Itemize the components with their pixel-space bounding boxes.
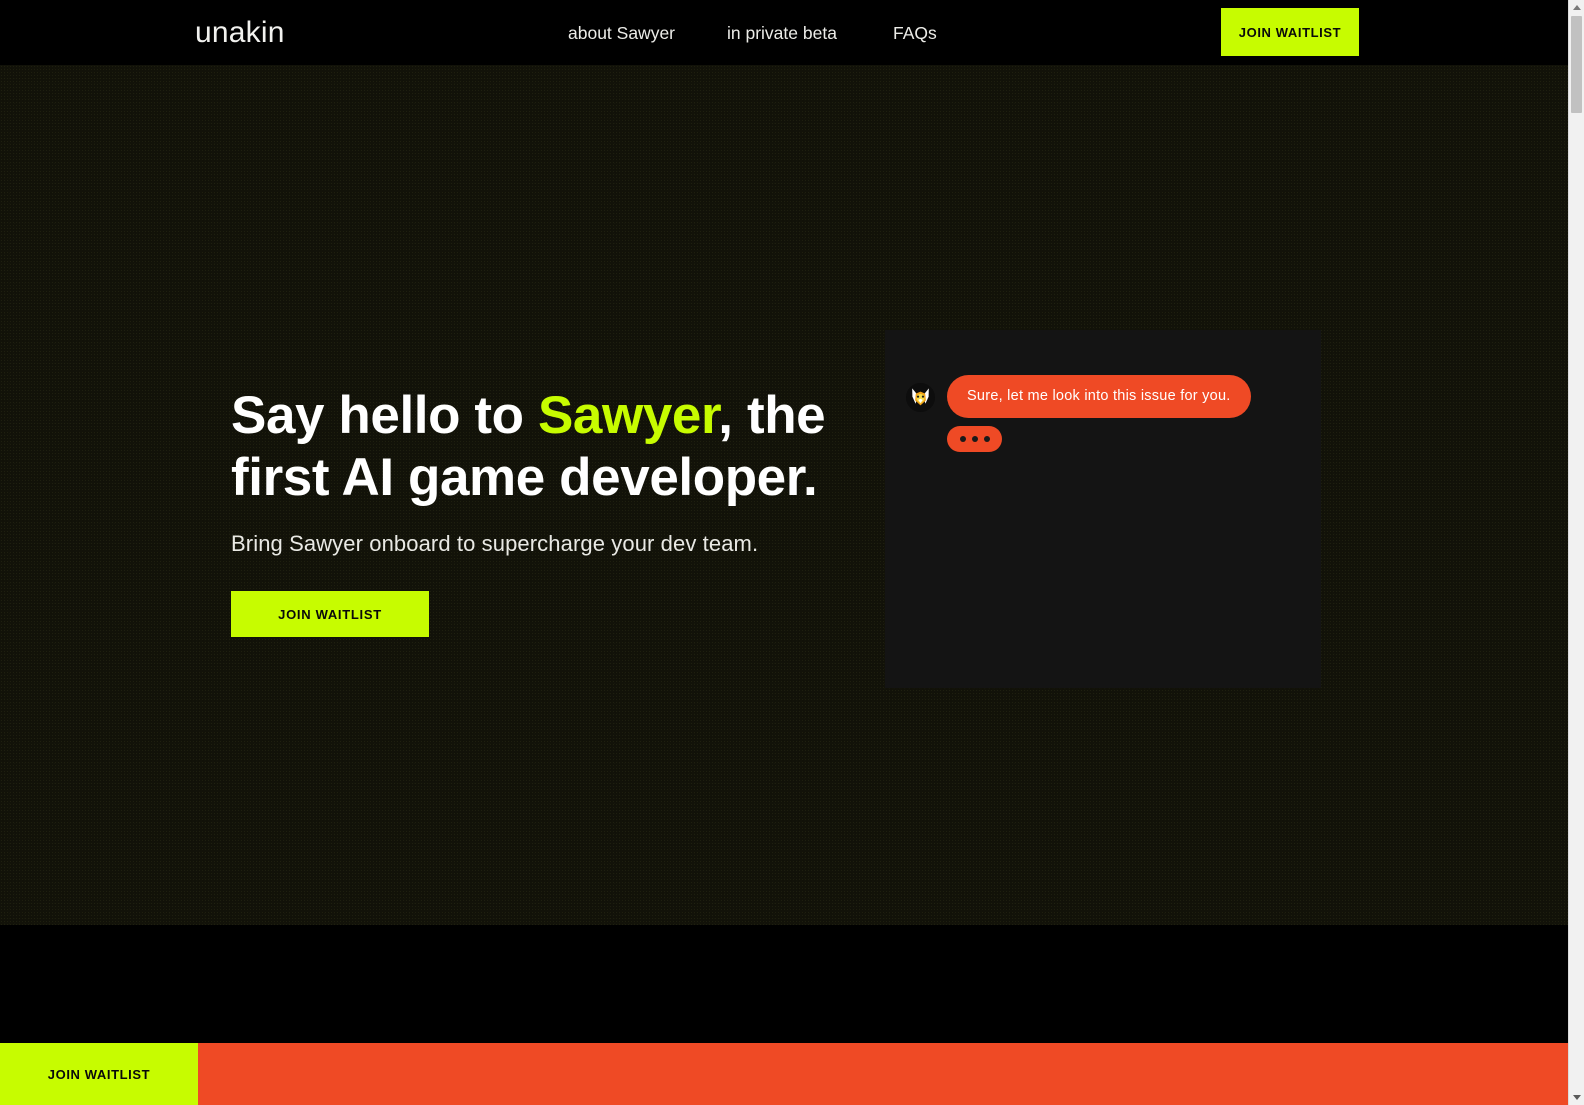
scroll-down-arrow-glyph (1572, 1095, 1581, 1100)
scroll-up-icon[interactable] (1569, 0, 1584, 15)
typing-dot (983, 436, 990, 442)
vertical-scrollbar[interactable] (1568, 0, 1584, 1105)
top-navigation-bar: unakin about Sawyer in private beta FAQs… (0, 0, 1568, 65)
scroll-down-icon[interactable] (1569, 1090, 1584, 1105)
browser-viewport: unakin about Sawyer in private beta FAQs… (0, 0, 1584, 1105)
nav-link-in-private-beta[interactable]: in private beta (727, 22, 837, 44)
page-content: unakin about Sawyer in private beta FAQs… (0, 0, 1568, 1105)
chat-message-row: Sure, let me look into this issue for yo… (906, 375, 1251, 418)
hero-inner: Say hello to Sawyer, the first AI game d… (0, 65, 1568, 925)
hero-join-waitlist-button[interactable]: JOIN WAITLIST (231, 591, 429, 637)
scrollbar-thumb[interactable] (1571, 16, 1582, 113)
nav-link-about-sawyer[interactable]: about Sawyer (568, 22, 675, 44)
brand-logo[interactable]: unakin (195, 16, 285, 50)
chat-message-bubble: Sure, let me look into this issue for yo… (947, 375, 1251, 418)
scroll-up-arrow-glyph (1572, 5, 1581, 10)
chat-typing-indicator (947, 426, 1002, 452)
nav-join-waitlist-button[interactable]: JOIN WAITLIST (1221, 8, 1359, 56)
nav-link-faqs[interactable]: FAQs (893, 22, 937, 44)
typing-dot (971, 436, 978, 442)
chat-preview-panel: Sure, let me look into this issue for yo… (885, 330, 1321, 688)
bottom-bar-accent-fill (198, 1043, 1568, 1105)
bottom-join-waitlist-button[interactable]: JOIN WAITLIST (0, 1043, 198, 1105)
hero-headline: Say hello to Sawyer, the first AI game d… (231, 385, 871, 509)
hero-headline-part1: Say hello to (231, 386, 538, 445)
hero-subheadline: Bring Sawyer onboard to supercharge your… (231, 531, 759, 556)
hero-headline-accent: Sawyer (537, 386, 719, 445)
typing-dot (959, 436, 966, 442)
section-spacer (0, 925, 1568, 1043)
sawyer-fox-avatar-icon (906, 383, 935, 412)
hero-section: Say hello to Sawyer, the first AI game d… (0, 65, 1568, 925)
bottom-sticky-bar: JOIN WAITLIST (0, 1043, 1568, 1105)
